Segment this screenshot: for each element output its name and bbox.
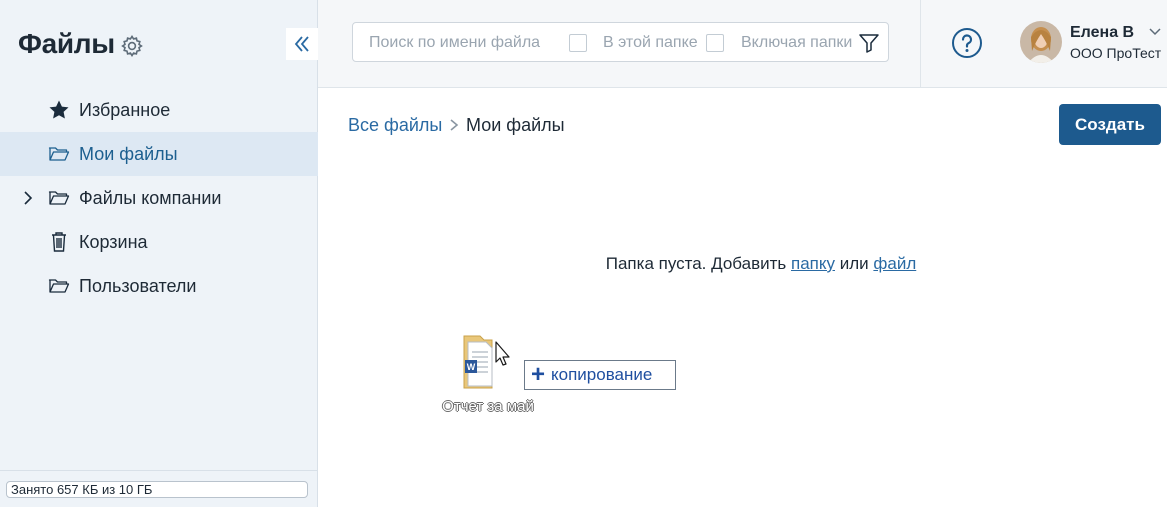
empty-folder-text: Папка пуста. Добавить xyxy=(605,254,787,273)
sidebar-header: Файлы xyxy=(0,0,318,88)
avatar[interactable] xyxy=(1020,21,1062,63)
top-header: Поиск по имени файла В этой папке Включа… xyxy=(318,0,1167,88)
app-title: Файлы xyxy=(18,28,115,59)
plus-icon: + xyxy=(531,361,546,388)
help-icon[interactable] xyxy=(951,27,983,59)
folder-icon xyxy=(48,143,70,165)
storage-usage: Занято 657 КБ из 10 ГБ xyxy=(0,470,318,507)
folder-icon xyxy=(48,275,70,297)
add-folder-link[interactable]: папку xyxy=(791,254,835,273)
empty-folder-or: или xyxy=(839,254,869,273)
folder-icon xyxy=(48,187,70,209)
include-folders-checkbox[interactable] xyxy=(706,34,724,52)
breadcrumb-root-link[interactable]: Все файлы xyxy=(348,115,442,136)
search-box: Поиск по имени файла В этой папке Включа… xyxy=(352,22,889,62)
sidebar: Файлы Избранное Мои файлы Файлы компании… xyxy=(0,0,318,507)
empty-folder-message: Папка пуста. Добавить папку или файл xyxy=(318,254,1167,274)
gear-icon[interactable] xyxy=(120,34,144,58)
chevron-down-icon[interactable] xyxy=(1148,26,1162,38)
sidebar-item-favorites[interactable]: Избранное xyxy=(0,88,318,132)
sidebar-nav: Избранное Мои файлы Файлы компании Корзи… xyxy=(0,88,318,308)
header-divider xyxy=(920,0,921,88)
dragged-file-name: Отчет за май xyxy=(442,398,534,415)
copy-drop-label: копирование xyxy=(551,365,653,384)
sidebar-item-users[interactable]: Пользователи xyxy=(0,264,318,308)
storage-usage-text: Занято 657 КБ из 10 ГБ xyxy=(6,481,308,498)
user-organization: ООО ПроТест xyxy=(1070,45,1162,61)
main-content: Все файлы Мои файлы Создать Папка пуста.… xyxy=(318,88,1167,507)
include-folders-label: Включая папки xyxy=(741,34,853,51)
sidebar-item-label: Корзина xyxy=(79,231,148,252)
filter-icon[interactable] xyxy=(858,32,880,54)
collapse-sidebar-button[interactable] xyxy=(286,28,318,60)
sidebar-item-company-files[interactable]: Файлы компании xyxy=(0,176,318,220)
sidebar-item-label: Файлы компании xyxy=(79,187,222,208)
create-button[interactable]: Создать xyxy=(1059,104,1161,145)
sidebar-item-trash[interactable]: Корзина xyxy=(0,220,318,264)
sidebar-item-my-files[interactable]: Мои файлы xyxy=(0,132,318,176)
user-name[interactable]: Елена В xyxy=(1070,24,1134,42)
chevron-right-icon[interactable] xyxy=(20,189,36,207)
star-icon xyxy=(48,99,70,121)
sidebar-item-label: Мои файлы xyxy=(79,143,178,164)
add-file-link[interactable]: файл xyxy=(873,254,916,273)
double-chevron-left-icon xyxy=(294,36,309,52)
sidebar-item-label: Пользователи xyxy=(79,275,197,296)
svg-text:W: W xyxy=(467,362,476,372)
search-input[interactable]: Поиск по имени файла xyxy=(369,34,540,52)
trash-icon xyxy=(48,231,70,253)
sidebar-item-label: Избранное xyxy=(79,99,171,120)
in-this-folder-checkbox[interactable] xyxy=(569,34,587,52)
chevron-right-icon xyxy=(450,119,459,131)
in-this-folder-label: В этой папке xyxy=(603,34,698,51)
copy-drop-tooltip: + копирование xyxy=(524,360,676,390)
breadcrumb-current: Мои файлы xyxy=(466,115,565,135)
